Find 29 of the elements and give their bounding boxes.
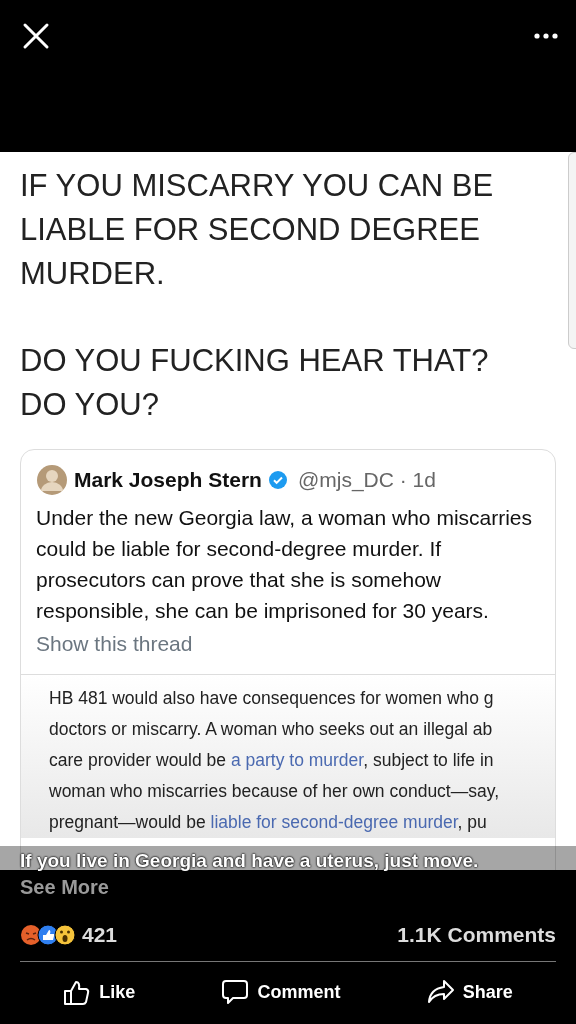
more-options-icon[interactable] — [534, 33, 558, 39]
reaction-count[interactable]: 421 — [82, 923, 118, 947]
comment-button[interactable]: Comment — [217, 974, 345, 1010]
see-more-link[interactable]: See More — [20, 874, 556, 901]
headline-text: DO YOU FUCKING HEAR THAT? — [20, 342, 490, 380]
article-text: care provider would be — [49, 750, 228, 770]
comment-count[interactable]: 1.1K Comments — [397, 923, 556, 947]
speech-bubble-icon — [221, 978, 250, 1006]
thumbs-up-icon — [63, 978, 92, 1006]
author-handle: @mjs_DC · 1d — [297, 468, 436, 492]
headline-text: LIABLE FOR SECOND DEGREE — [20, 211, 481, 249]
headline-text: MURDER. — [20, 255, 166, 293]
article-text: HB 481 would also have consequences for women who g — [49, 688, 494, 708]
headline-text: IF YOU MISCARRY YOU CAN BE — [20, 167, 495, 205]
article-text: pregnant—would be — [49, 812, 207, 832]
article-text: woman who miscarries because of her own conduct—say, — [49, 781, 500, 801]
avatar-icon — [36, 464, 68, 496]
headline-text: DO YOU? — [20, 386, 160, 424]
article-text: , subject to life in — [363, 750, 494, 770]
author-name: Mark Joseph Stern — [74, 468, 262, 492]
article-text: , pu — [457, 812, 487, 832]
post-caption: If you live in Georgia and have a uterus, just move. — [0, 846, 576, 874]
reaction-icons-drawing[interactable] — [20, 924, 76, 946]
like-button[interactable]: Like — [59, 974, 140, 1010]
tweet-text: Under the new Georgia law, a woman who miscarries could be liable for second-degree murder. If prosecutors can prove that she is somehow responsible, she can be imprisoned for 30 years. — [36, 505, 534, 624]
article-text: doctors or miscarry. A woman who seeks out an illegal ab — [49, 719, 493, 739]
share-button[interactable]: Share — [422, 974, 517, 1010]
close-icon[interactable] — [22, 22, 50, 50]
share-arrow-icon — [426, 978, 455, 1006]
